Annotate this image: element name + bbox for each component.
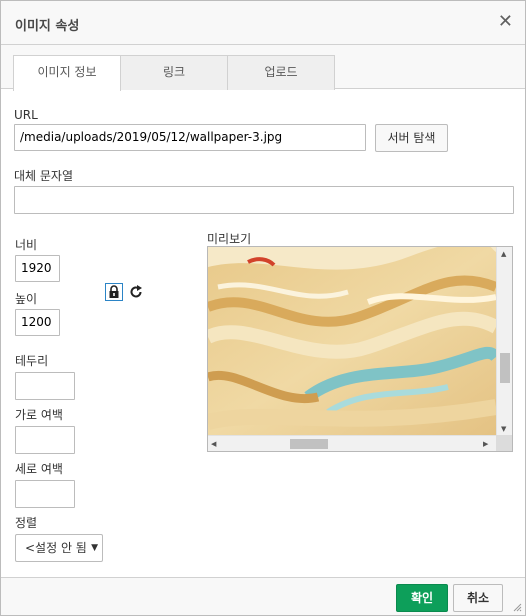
height-label: 높이 xyxy=(15,292,38,306)
border-input[interactable] xyxy=(15,372,75,400)
dialog-title: 이미지 속성 xyxy=(15,19,80,34)
image-properties-dialog: 이미지 속성 ✕ 이미지 정보 링크 업로드 URL /media/upload… xyxy=(0,0,526,616)
align-label: 정렬 xyxy=(15,516,38,530)
preview-horizontal-scrollbar[interactable]: ◀ ▶ xyxy=(208,435,512,451)
width-label: 너비 xyxy=(15,238,38,252)
alt-text-input[interactable] xyxy=(14,186,514,214)
align-select[interactable]: <설정 안 됨 ▼ xyxy=(15,534,103,562)
height-input[interactable]: 1200 xyxy=(15,309,60,336)
cancel-button[interactable]: 취소 xyxy=(453,584,503,612)
reset-size-icon[interactable] xyxy=(128,283,144,301)
hspace-input[interactable] xyxy=(15,426,75,454)
preview-label: 미리보기 xyxy=(207,232,252,246)
border-label: 테두리 xyxy=(15,354,49,368)
align-select-value: <설정 안 됨 xyxy=(25,541,87,555)
tab-strip: 이미지 정보 링크 업로드 xyxy=(1,45,525,91)
lock-ratio-icon[interactable] xyxy=(105,283,123,301)
scroll-up-arrow-icon[interactable]: ▲ xyxy=(501,250,506,258)
scroll-down-arrow-icon[interactable]: ▼ xyxy=(501,425,506,433)
close-icon[interactable]: ✕ xyxy=(498,11,513,33)
chevron-down-icon: ▼ xyxy=(91,543,98,553)
alt-text-label: 대체 문자열 xyxy=(14,169,74,183)
url-input[interactable]: /media/uploads/2019/05/12/wallpaper-3.jp… xyxy=(14,124,366,151)
scroll-right-arrow-icon[interactable]: ▶ xyxy=(483,440,488,448)
horizontal-scroll-thumb[interactable] xyxy=(290,439,328,449)
url-label: URL xyxy=(14,108,38,122)
dialog-titlebar: 이미지 속성 ✕ xyxy=(1,1,525,45)
tab-link[interactable]: 링크 xyxy=(120,55,228,90)
image-preview[interactable]: ▲ ▼ ◀ ▶ xyxy=(207,246,513,452)
hspace-label: 가로 여백 xyxy=(15,408,63,422)
vertical-scroll-thumb[interactable] xyxy=(500,353,510,383)
resize-grip-icon[interactable] xyxy=(512,602,522,612)
preview-image xyxy=(208,247,496,437)
preview-vertical-scrollbar[interactable]: ▲ ▼ xyxy=(496,247,512,437)
browse-server-button[interactable]: 서버 탐색 xyxy=(375,124,448,152)
width-input[interactable]: 1920 xyxy=(15,255,60,282)
tab-image-info[interactable]: 이미지 정보 xyxy=(13,55,121,91)
scroll-left-arrow-icon[interactable]: ◀ xyxy=(211,440,216,448)
scrollbar-corner xyxy=(496,435,512,451)
tab-upload[interactable]: 업로드 xyxy=(227,55,335,90)
vspace-label: 세로 여백 xyxy=(15,462,63,476)
vspace-input[interactable] xyxy=(15,480,75,508)
ok-button[interactable]: 확인 xyxy=(396,584,448,612)
